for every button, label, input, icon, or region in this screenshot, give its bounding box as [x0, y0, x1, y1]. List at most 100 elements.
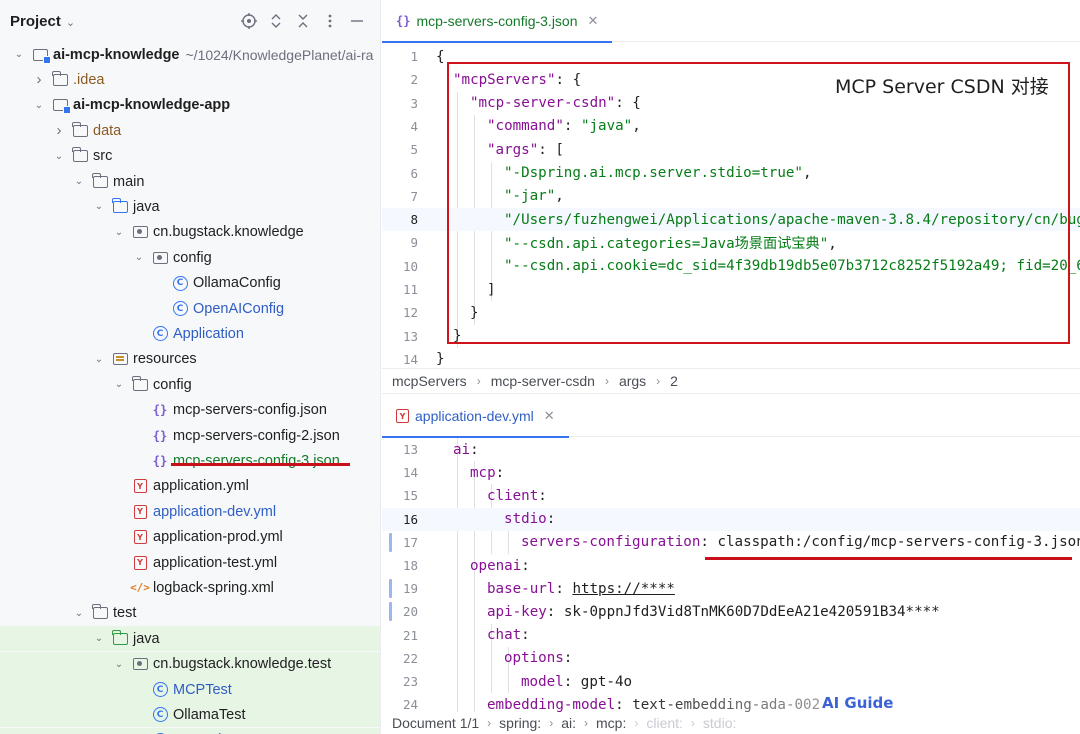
- project-panel: Project ⌄ ⌄ ai-mcp-knowledge ~/1024/Knowle…: [0, 0, 381, 734]
- tree-item-label: cn.bugstack.knowledge: [153, 224, 304, 241]
- tree-item[interactable]: ›COpenAIConfig: [0, 296, 380, 321]
- tree-item[interactable]: ⌄ ai-mcp-knowledge ~/1024/KnowledgePlanet/…: [0, 42, 380, 67]
- tree-item[interactable]: ›COllamaTest: [0, 702, 380, 728]
- tree-item[interactable]: ⌄ java: [0, 194, 380, 219]
- annotation-text: MCP Server CSDN 对接: [835, 76, 1049, 98]
- tree-item[interactable]: ›COllamaConfig: [0, 271, 380, 296]
- breadcrumb-separator-icon: ›: [656, 374, 661, 388]
- chevron-right-icon[interactable]: ›: [52, 122, 66, 139]
- breadcrumb-item[interactable]: mcpServers: [392, 373, 467, 389]
- tree-item[interactable]: ⌄ src: [0, 144, 380, 169]
- tree-item[interactable]: ›Yapplication-prod.yml: [0, 525, 380, 550]
- code-line[interactable]: 20 api-key: sk-0ppnJfd3Vid8TnMK60D7DdEeA2…: [382, 600, 1080, 623]
- tree-item[interactable]: › .idea: [0, 67, 380, 92]
- bottom-code-editor[interactable]: 13 ai: 14 mcp: 15 client: 16 stdio: 17 servers-co…: [382, 438, 1080, 712]
- module-folder-icon: [52, 97, 71, 115]
- status-separator-icon: ›: [584, 716, 588, 730]
- tree-item[interactable]: ›CApplication: [0, 321, 380, 346]
- code-line[interactable]: 14}: [382, 348, 1080, 368]
- tab-application-dev-yml[interactable]: Y application-dev.yml ✕: [382, 395, 569, 438]
- tree-item-label: mcp-servers-config-2.json: [173, 427, 340, 444]
- json-icon: {}: [152, 403, 168, 418]
- class-icon: C: [152, 326, 168, 342]
- tree-item[interactable]: ›Yapplication-dev.yml: [0, 499, 380, 524]
- breadcrumb-item[interactable]: 2: [670, 373, 678, 389]
- chevron-down-icon[interactable]: ⌄: [112, 227, 126, 238]
- close-icon[interactable]: ✕: [588, 13, 599, 29]
- tree-item[interactable]: ⌄ config: [0, 245, 380, 270]
- status-path-item[interactable]: ai:: [561, 715, 576, 731]
- line-number: 3: [410, 95, 418, 111]
- code-line[interactable]: 22 options:: [382, 647, 1080, 670]
- line-number: 16: [402, 511, 418, 527]
- tree-item[interactable]: ›Yapplication-test.yml: [0, 550, 380, 575]
- code-line[interactable]: 13 ai:: [382, 438, 1080, 461]
- tree-item-label: mcp-servers-config-3.json: [173, 452, 340, 469]
- line-number: 15: [402, 488, 418, 504]
- chevron-down-icon[interactable]: ⌄: [112, 659, 126, 670]
- code-line[interactable]: 15 client:: [382, 484, 1080, 507]
- change-marker[interactable]: [389, 602, 392, 622]
- chevron-down-icon[interactable]: ⌄: [92, 354, 106, 365]
- code-line[interactable]: 23 model: gpt-4o: [382, 670, 1080, 693]
- tree-item[interactable]: ›{}mcp-servers-config-2.json: [0, 423, 380, 448]
- breadcrumb-item[interactable]: args: [619, 373, 646, 389]
- chevron-down-icon[interactable]: ⌄: [52, 151, 66, 162]
- status-path-item[interactable]: stdio:: [703, 715, 736, 731]
- code-line[interactable]: 19 base-url: https://****: [382, 577, 1080, 600]
- project-title[interactable]: Project: [10, 13, 61, 30]
- tree-item[interactable]: ›COpenAiTest: [0, 727, 380, 734]
- status-path-item[interactable]: client:: [646, 715, 683, 731]
- breadcrumb-item[interactable]: mcp-server-csdn: [491, 373, 595, 389]
- tree-item[interactable]: ⌄ config: [0, 372, 380, 397]
- minimize-icon[interactable]: [347, 11, 367, 31]
- tree-item[interactable]: ⌄ cn.bugstack.knowledge.test: [0, 651, 380, 677]
- tree-item[interactable]: › data: [0, 118, 380, 143]
- tree-item-label: ai-mcp-knowledge-app: [73, 97, 231, 114]
- tree-item[interactable]: ⌄ java: [0, 626, 380, 652]
- change-marker[interactable]: [389, 579, 392, 599]
- chevron-down-icon[interactable]: ⌄: [72, 176, 86, 187]
- crosshair-icon[interactable]: [239, 11, 259, 31]
- chevron-down-icon[interactable]: ⌄: [92, 633, 106, 644]
- tab-label: application-dev.yml: [415, 408, 534, 424]
- tree-item[interactable]: ›{}mcp-servers-config.json: [0, 398, 380, 423]
- chevron-down-icon[interactable]: ⌄: [132, 252, 146, 263]
- status-path-item[interactable]: mcp:: [596, 715, 626, 731]
- tree-item-label: java: [133, 198, 160, 215]
- tree-item[interactable]: ⌄ resources: [0, 347, 380, 372]
- chevron-right-icon[interactable]: ›: [32, 71, 46, 88]
- code-line[interactable]: 16 stdio:: [382, 507, 1080, 531]
- tree-item[interactable]: ⌄ main: [0, 169, 380, 194]
- chevron-down-icon[interactable]: ⌄: [92, 201, 106, 212]
- line-number: 12: [402, 305, 418, 321]
- chevron-down-icon[interactable]: ⌄: [32, 100, 46, 111]
- change-marker[interactable]: [389, 532, 392, 552]
- close-icon[interactable]: ✕: [544, 408, 555, 424]
- bottom-editor-tabbar: Y application-dev.yml ✕: [382, 395, 1080, 438]
- tree-item[interactable]: ⌄ test: [0, 601, 380, 626]
- chevron-down-icon[interactable]: ⌄: [12, 49, 26, 60]
- chevron-down-icon[interactable]: ⌄: [66, 16, 75, 29]
- tree-item[interactable]: ›Yapplication.yml: [0, 474, 380, 499]
- line-number: 20: [402, 604, 418, 620]
- more-options-icon[interactable]: [320, 11, 340, 31]
- tree-item[interactable]: ⌄ cn.bugstack.knowledge: [0, 220, 380, 245]
- chevron-down-icon[interactable]: ⌄: [72, 608, 86, 619]
- collapse-all-icon[interactable]: [293, 11, 313, 31]
- tree-item[interactable]: ⌄ ai-mcp-knowledge-app: [0, 93, 380, 118]
- tab-mcp-servers-config-3[interactable]: {} mcp-servers-config-3.json ✕: [382, 0, 613, 43]
- line-number: 13: [402, 328, 418, 344]
- chevron-down-icon[interactable]: ⌄: [112, 379, 126, 390]
- expand-all-icon[interactable]: [266, 11, 286, 31]
- status-path-item[interactable]: spring:: [499, 715, 541, 731]
- tree-item[interactable]: ›CMCPTest: [0, 677, 380, 702]
- code-line[interactable]: 14 mcp:: [382, 461, 1080, 484]
- tree-item[interactable]: ›{}mcp-servers-config-3.json: [0, 448, 380, 473]
- tree-item[interactable]: ›</>logback-spring.xml: [0, 575, 380, 600]
- tree-item-label: java: [133, 630, 160, 647]
- document-position[interactable]: Document 1/1: [392, 715, 479, 731]
- line-number: 17: [402, 534, 418, 550]
- code-line[interactable]: 17 servers-configuration: classpath:/conf…: [382, 531, 1080, 554]
- code-line[interactable]: 21 chat:: [382, 624, 1080, 647]
